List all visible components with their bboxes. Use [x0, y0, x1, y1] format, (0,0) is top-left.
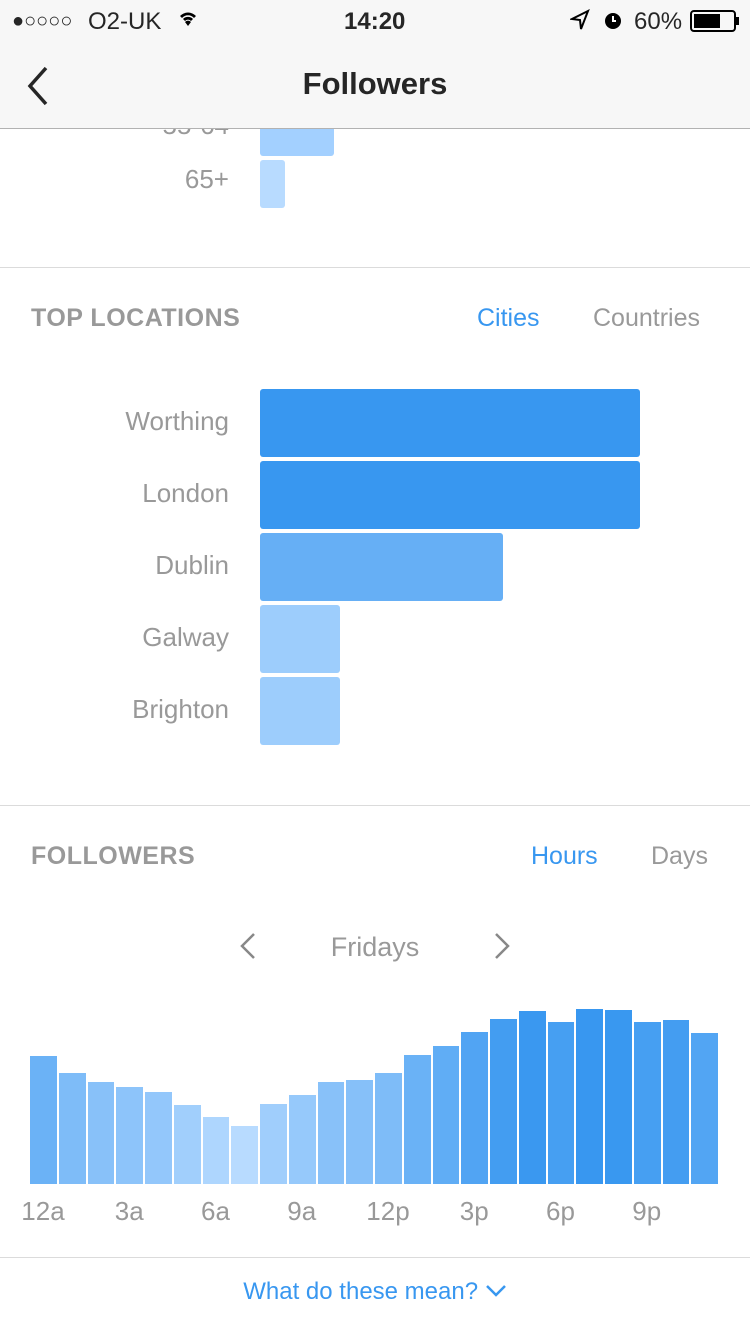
location-bar: [260, 677, 340, 745]
tab-hours[interactable]: Hours: [531, 842, 598, 871]
hour-bar: [116, 1087, 143, 1184]
hour-bar: [30, 1056, 57, 1184]
age-label: 65+: [184, 164, 229, 194]
hour-bar: [288, 1095, 316, 1184]
hour-bar: [576, 1009, 603, 1184]
status-bar: ●○○○○ O2-UK 14:20 60%: [0, 0, 750, 40]
help-link-text: What do these mean?: [243, 1278, 479, 1305]
clock: 14:20: [344, 8, 406, 35]
location-label: Worthing: [125, 406, 229, 436]
location-bar: [260, 389, 640, 457]
hour-bar: [605, 1010, 632, 1184]
hour-bar: [461, 1032, 488, 1184]
tab-cities[interactable]: Cities: [477, 304, 540, 333]
battery-percent: 60%: [634, 8, 683, 35]
x-tick-label: 12p: [366, 1196, 410, 1226]
location-label: London: [142, 478, 229, 508]
hour-bar: [317, 1082, 345, 1184]
hour-bar: [260, 1104, 287, 1184]
day-label: Fridays: [330, 932, 420, 962]
x-tick-label: 6a: [201, 1196, 230, 1226]
hour-bar: [633, 1022, 661, 1184]
location-label: Galway: [142, 622, 229, 652]
hour-bar: [490, 1019, 517, 1184]
hour-bar: [691, 1033, 718, 1184]
hour-bar: [403, 1055, 431, 1184]
hour-bar: [375, 1073, 402, 1184]
x-tick-label: 6p: [546, 1196, 575, 1226]
tab-days[interactable]: Days: [651, 842, 708, 871]
hour-bar: [87, 1082, 115, 1184]
page-title: Followers: [302, 66, 448, 101]
hour-bar: [432, 1046, 460, 1184]
divider: [0, 1257, 750, 1258]
tab-countries[interactable]: Countries: [593, 304, 700, 333]
hour-bar: [173, 1105, 201, 1184]
wifi-icon: [176, 6, 200, 37]
hour-bar: [518, 1011, 546, 1184]
hour-bar: [231, 1126, 258, 1184]
x-tick-label: 9p: [632, 1196, 662, 1226]
location-label: Brighton: [132, 694, 229, 724]
next-day-button[interactable]: [488, 928, 518, 969]
age-bar: [260, 160, 285, 208]
location-arrow-icon: [568, 8, 590, 38]
x-tick-label: 3p: [459, 1196, 489, 1226]
location-bar: [260, 533, 504, 601]
battery-icon: [690, 10, 740, 39]
chevron-right-icon: [495, 933, 510, 959]
signal-indicator: ●○○○○: [12, 10, 73, 32]
location-bar: [260, 605, 340, 673]
followers-title: FOLLOWERS: [31, 842, 196, 870]
hour-bar: [58, 1073, 86, 1184]
alarm-icon: [602, 9, 624, 38]
divider: [0, 805, 750, 806]
divider: [0, 267, 750, 268]
nav-bar: Followers: [0, 40, 750, 129]
location-bar: [260, 461, 640, 529]
hour-bar: [662, 1020, 690, 1184]
hour-bar: [202, 1117, 230, 1184]
hour-bar: [346, 1080, 373, 1184]
x-tick-label: 9a: [287, 1196, 317, 1226]
top-locations-title: TOP LOCATIONS: [31, 304, 241, 332]
help-link[interactable]: What do these mean?: [0, 1278, 750, 1306]
hour-bar: [547, 1022, 575, 1184]
chevron-down-icon: [485, 1285, 506, 1297]
location-label: Dublin: [155, 550, 229, 580]
carrier: O2-UK: [88, 8, 162, 35]
hour-bar: [145, 1092, 172, 1184]
x-tick-label: 3a: [114, 1196, 144, 1226]
x-tick-label: 12a: [21, 1196, 65, 1226]
